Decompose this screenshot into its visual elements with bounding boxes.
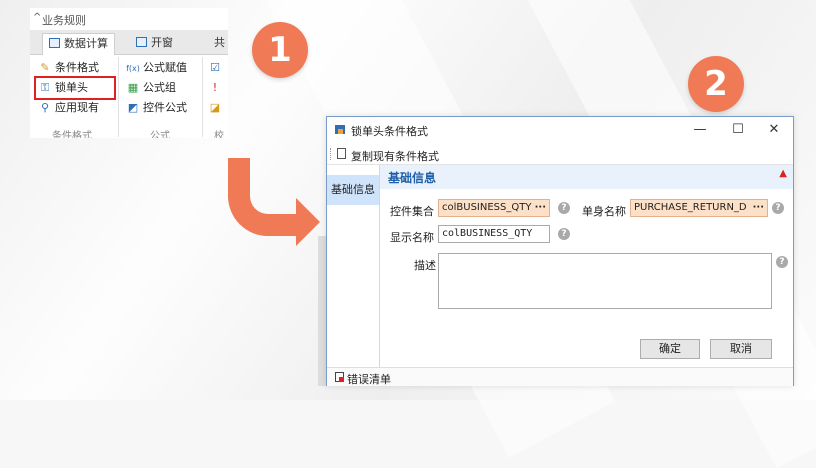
tab-open-window[interactable]: 开窗	[130, 33, 179, 53]
ribbon-tabs: 数据计算 开窗 共	[30, 30, 228, 55]
button-label: 公式赋值	[143, 61, 187, 74]
app-icon	[335, 125, 345, 134]
formula-group-button[interactable]: ▦ 公式组	[126, 79, 176, 97]
window-icon	[136, 37, 147, 47]
section-title: 基础信息	[388, 171, 437, 185]
step-badge-2: 2	[688, 56, 744, 112]
doc-name-field[interactable]: PURCHASE_RETURN_D ···	[630, 199, 768, 217]
control-set-label: 控件集合	[390, 205, 434, 218]
fx-icon: f(x)	[126, 64, 140, 73]
section-header: 基础信息 ▲	[380, 165, 793, 189]
control-formula-button[interactable]: ◩ 控件公式	[126, 99, 187, 117]
tab-data-calc[interactable]: 数据计算	[42, 33, 115, 55]
dialog-titlebar: 锁单头条件格式 — ☐ ✕	[327, 117, 793, 143]
sidebar-item-basic-info[interactable]: 基础信息	[327, 175, 379, 205]
close-button[interactable]: ✕	[759, 120, 789, 140]
copy-icon	[337, 148, 346, 159]
copy-existing-button[interactable]: 复制现有条件格式	[351, 148, 439, 164]
calc-icon	[49, 38, 60, 48]
cut-off-button[interactable]: !	[208, 79, 225, 97]
display-name-field[interactable]: colBUSINESS_QTY	[438, 225, 550, 243]
collapse-caret-icon[interactable]: ^	[33, 12, 41, 23]
error-list-tab[interactable]: 错误清单	[347, 371, 391, 387]
button-label: 公式组	[143, 81, 176, 94]
dialog-toolbar: 复制现有条件格式	[327, 144, 793, 165]
grid-icon: ▦	[127, 81, 139, 94]
check-icon: ☑	[210, 61, 220, 74]
help-icon[interactable]: ?	[772, 202, 784, 214]
tag-icon: ◪	[209, 101, 221, 114]
apply-existing-button[interactable]: ⚲ 应用现有	[38, 99, 99, 117]
step-badge-1: 1	[252, 22, 308, 78]
dialog-main: 基础信息 ▲ 控件集合 colBUSINESS_QTY ··· ? 单身名称 P…	[380, 165, 793, 367]
error-list-icon	[335, 372, 344, 382]
minimize-button[interactable]: —	[685, 120, 715, 140]
description-label: 描述	[414, 259, 436, 272]
ellipsis-icon[interactable]: ···	[753, 200, 764, 216]
description-textarea[interactable]	[438, 253, 772, 309]
toolbar-grip	[330, 148, 333, 160]
highlight-box	[34, 76, 116, 100]
doc-name-label: 单身名称	[582, 205, 626, 218]
condition-format-dialog: 锁单头条件格式 — ☐ ✕ 复制现有条件格式 基础信息 基础信息 ▲ 控件集合 …	[326, 116, 794, 386]
tab-label: 开窗	[151, 36, 173, 49]
control-set-value: colBUSINESS_QTY	[442, 202, 532, 213]
collapse-icon[interactable]: ▲	[779, 168, 787, 179]
formula-assign-button[interactable]: f(x) 公式赋值	[126, 59, 187, 77]
control-icon: ◩	[127, 101, 139, 114]
button-label: 应用现有	[55, 101, 99, 114]
group-label: 条件格式	[52, 131, 92, 138]
doc-name-value: PURCHASE_RETURN_D	[634, 202, 747, 213]
cancel-button[interactable]: 取消	[710, 339, 772, 359]
group-label: 校	[214, 131, 224, 138]
ribbon-body: ✎ 条件格式 ⚿ 锁单头 ⚲ 应用现有 f(x) 公式赋值 ▦ 公式组 ◩ 控件公式 ☑ !…	[30, 55, 228, 138]
tab-label: 共	[214, 36, 225, 49]
group-label: 公式	[150, 131, 170, 138]
help-icon[interactable]: ?	[558, 228, 570, 240]
ribbon-group-title: ^ 业务规则	[30, 8, 228, 30]
display-name-value: colBUSINESS_QTY	[442, 228, 533, 239]
arrow-head-icon	[296, 198, 320, 246]
tab-shared[interactable]: 共	[208, 33, 228, 53]
ok-button[interactable]: 确定	[640, 339, 700, 359]
dialog-title: 锁单头条件格式	[351, 125, 428, 138]
ribbon-panel: ^ 业务规则 数据计算 开窗 共 ✎ 条件格式 ⚿ 锁单头 ⚲ 应用现有 f(x) 公式…	[30, 8, 228, 138]
cut-off-button[interactable]: ◪	[208, 99, 225, 117]
paperclip-icon: ⚲	[40, 101, 50, 114]
conditional-format-button[interactable]: ✎ 条件格式	[38, 59, 99, 77]
maximize-button[interactable]: ☐	[723, 120, 753, 140]
help-icon[interactable]: ?	[776, 256, 788, 268]
display-name-label: 显示名称	[390, 231, 434, 244]
tab-label: 数据计算	[64, 37, 108, 50]
group-divider	[118, 57, 119, 137]
ellipsis-icon[interactable]: ···	[535, 200, 546, 216]
group-divider	[202, 57, 203, 137]
dialog-statusbar: 错误清单	[327, 367, 793, 386]
brush-icon: ✎	[40, 61, 50, 74]
exclaim-icon: !	[212, 81, 218, 94]
dialog-sidebar: 基础信息	[327, 165, 380, 367]
ribbon-title-text: 业务规则	[42, 14, 86, 27]
cut-off-button[interactable]: ☑	[208, 59, 225, 77]
button-label: 控件公式	[143, 101, 187, 114]
help-icon[interactable]: ?	[558, 202, 570, 214]
button-label: 条件格式	[55, 61, 99, 74]
control-set-field[interactable]: colBUSINESS_QTY ···	[438, 199, 550, 217]
